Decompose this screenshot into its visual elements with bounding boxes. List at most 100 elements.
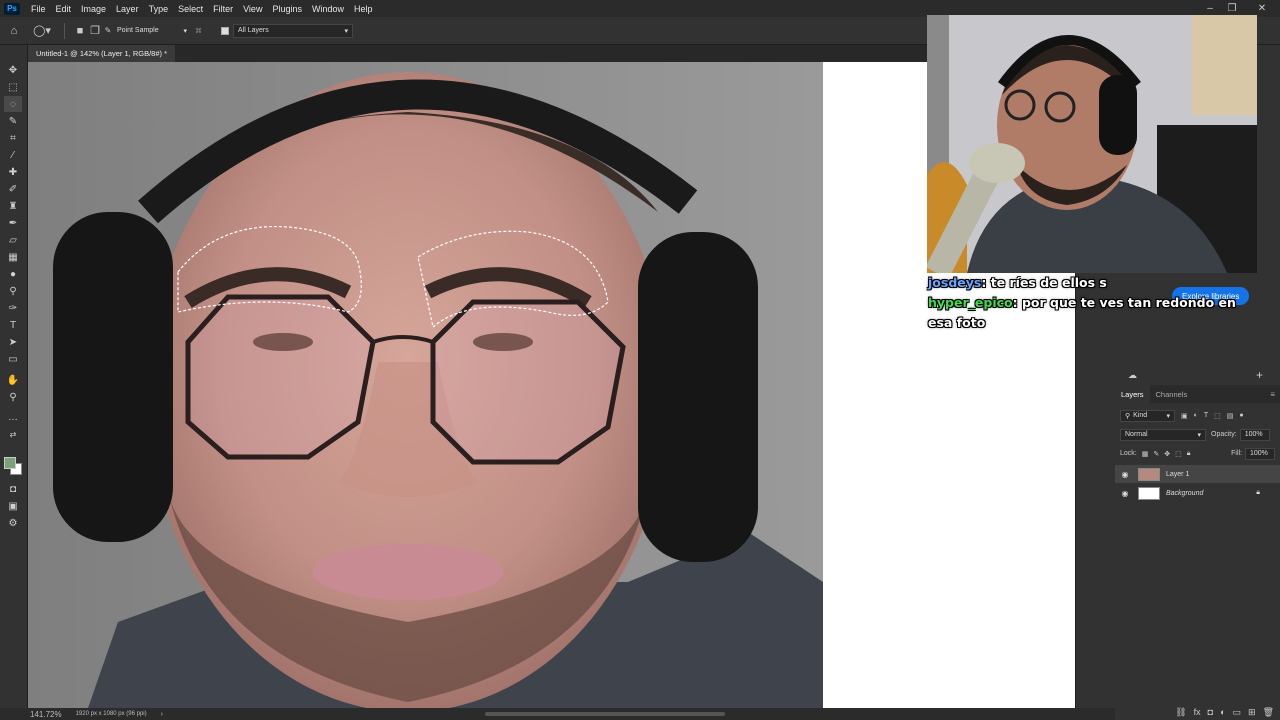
lock-icon: 🔒︎	[1256, 489, 1260, 496]
shape-tool-icon[interactable]: ▭	[4, 351, 22, 367]
portrait-photo	[28, 62, 823, 708]
eyedropper-icon[interactable]: ⁄	[4, 147, 22, 163]
menu-help[interactable]: Help	[349, 4, 378, 14]
filter-kind-dropdown[interactable]: ⚲ Kind ▾	[1120, 409, 1175, 422]
new-layer-icon[interactable]: ⊞	[1248, 707, 1256, 718]
zoom-level[interactable]: 141.72%	[30, 710, 62, 719]
clone-stamp-icon[interactable]: ♜	[4, 198, 22, 214]
adjustment-layer-icon[interactable]: ◐	[1220, 707, 1225, 717]
link-layers-icon[interactable]: ⛓	[1175, 707, 1186, 718]
history-brush-icon[interactable]: ✒	[4, 215, 22, 231]
streamer-webcam-image	[927, 15, 1257, 273]
swap-colors-icon[interactable]: ⇄	[4, 426, 22, 442]
lock-all-icon[interactable]: 🔒︎	[1187, 450, 1191, 458]
menu-file[interactable]: File	[26, 4, 51, 14]
lock-image-icon[interactable]: ✎	[1153, 450, 1159, 458]
chevron-down-icon: ▾	[344, 27, 348, 35]
brush-tool-icon[interactable]: ✐	[4, 181, 22, 197]
filter-shape-icon[interactable]: ⬚	[1214, 412, 1221, 420]
document-tab-bar: Untitled-1 @ 142% (Layer 1, RGB/8#) *	[28, 45, 928, 62]
chevron-right-icon[interactable]: ›	[161, 711, 163, 718]
add-selection-icon[interactable]: ❐	[87, 22, 103, 40]
chevron-down-icon: ▾	[1166, 412, 1170, 420]
lasso-tool-icon[interactable]: ◌	[4, 96, 22, 112]
layer-name: Layer 1	[1166, 470, 1190, 478]
menu-type[interactable]: Type	[144, 4, 174, 14]
menu-plugins[interactable]: Plugins	[267, 4, 307, 14]
sample-size-dropdown[interactable]: Point Sample ▾	[113, 24, 191, 38]
marquee-tool-icon[interactable]: ⬚	[4, 79, 22, 95]
layer-filter-row: ⚲ Kind ▾ ▣ ◐ T ⬚ ▤ ●	[1120, 409, 1275, 422]
chat-message: hyper_epico: por que te ves tan redondo …	[928, 295, 1236, 330]
tab-channels[interactable]: Channels	[1150, 385, 1194, 403]
sample-layers-dropdown[interactable]: All Layers ▾	[233, 23, 353, 38]
layer-thumbnail	[1138, 486, 1160, 500]
more-tools-icon[interactable]: …	[4, 409, 22, 425]
layer-row-layer-1[interactable]: ◉ Layer 1	[1115, 465, 1280, 483]
horizontal-scrollbar[interactable]	[190, 710, 1070, 718]
photo-layer-canvas[interactable]	[28, 62, 823, 708]
menu-view[interactable]: View	[238, 4, 267, 14]
filter-toggle-icon[interactable]: ●	[1239, 412, 1243, 419]
filter-adjustment-icon[interactable]: ◐	[1194, 412, 1198, 419]
menu-image[interactable]: Image	[76, 4, 111, 14]
fill-field[interactable]: 100%	[1245, 447, 1275, 460]
lock-transparent-icon[interactable]: ▦	[1142, 450, 1149, 458]
field-icon: ⌘	[195, 27, 202, 35]
eyedropper-options-icon[interactable]: ✎	[103, 22, 113, 40]
layer-row-background[interactable]: ◉ Background 🔒︎	[1115, 484, 1280, 502]
scrollbar-thumb[interactable]	[485, 712, 725, 716]
opacity-field[interactable]: 100%	[1239, 428, 1270, 441]
lock-artboard-icon[interactable]: ⬚	[1175, 450, 1182, 458]
fx-icon[interactable]: fx	[1194, 707, 1201, 717]
screen-mode-icon[interactable]: ▣	[4, 498, 22, 514]
sample-all-layers-checkbox[interactable]	[221, 26, 229, 35]
layers-panel: Layers Channels ≡ ⚲ Kind ▾ ▣ ◐ T ⬚ ▤ ● N…	[1115, 385, 1280, 708]
canvas-area[interactable]	[28, 62, 1075, 708]
menu-window[interactable]: Window	[307, 4, 349, 14]
type-tool-icon[interactable]: T	[4, 317, 22, 333]
add-mask-icon[interactable]: ◘	[1208, 707, 1213, 717]
chat-text: te ríes de ellos s	[990, 275, 1107, 290]
hand-tool-icon[interactable]: ✋	[4, 372, 22, 388]
menu-layer[interactable]: Layer	[111, 4, 144, 14]
healing-brush-icon[interactable]: ✚	[4, 164, 22, 180]
stream-chat-overlay: josdeys: te ríes de ellos s hyper_epico:…	[928, 273, 1258, 333]
visibility-eye-icon[interactable]: ◉	[1120, 489, 1130, 498]
new-selection-icon[interactable]: ■	[73, 22, 87, 40]
lasso-tool-preset-icon[interactable]: ◯▾	[28, 22, 56, 40]
visibility-eye-icon[interactable]: ◉	[1120, 470, 1130, 479]
add-library-icon[interactable]: +	[1256, 368, 1263, 382]
filter-type-icon[interactable]: T	[1204, 412, 1208, 419]
lock-position-icon[interactable]: ✥	[1164, 450, 1170, 458]
pen-tool-icon[interactable]: ✑	[4, 300, 22, 316]
eraser-icon[interactable]: ▱	[4, 232, 22, 248]
filter-pixel-icon[interactable]: ▣	[1181, 412, 1188, 420]
sample-extra-field[interactable]: ⌘	[191, 24, 217, 38]
edit-toolbar-icon[interactable]: ⚙	[4, 515, 22, 531]
home-icon[interactable]: ⌂	[0, 22, 28, 40]
trash-icon[interactable]: 🗑︎	[1263, 707, 1274, 718]
tab-layers[interactable]: Layers	[1115, 385, 1150, 403]
photoshop-window: Ps File Edit Image Layer Type Select Fil…	[0, 0, 1280, 720]
new-group-icon[interactable]: ▭	[1233, 707, 1242, 718]
blend-mode-dropdown[interactable]: Normal ▾	[1120, 428, 1206, 441]
lock-label: Lock:	[1120, 450, 1137, 457]
foreground-color-swatch[interactable]	[4, 457, 16, 469]
zoom-tool-icon[interactable]: ⚲	[4, 389, 22, 405]
gradient-tool-icon[interactable]: ▦	[4, 249, 22, 265]
blur-tool-icon[interactable]: ●	[4, 266, 22, 282]
move-tool-icon[interactable]: ✥	[4, 62, 22, 78]
crop-tool-icon[interactable]: ⌗	[4, 130, 22, 146]
dodge-tool-icon[interactable]: ⚲	[4, 283, 22, 299]
document-tab[interactable]: Untitled-1 @ 142% (Layer 1, RGB/8#) *	[28, 45, 176, 62]
quick-mask-icon[interactable]: ◘	[4, 481, 22, 497]
filter-smart-object-icon[interactable]: ▤	[1227, 412, 1234, 420]
path-selection-icon[interactable]: ➤	[4, 334, 22, 350]
panel-menu-icon[interactable]: ≡	[1270, 385, 1280, 403]
menu-select[interactable]: Select	[173, 4, 208, 14]
photoshop-logo: Ps	[4, 2, 20, 15]
menu-edit[interactable]: Edit	[51, 4, 77, 14]
menu-filter[interactable]: Filter	[208, 4, 238, 14]
quick-selection-icon[interactable]: ✎	[4, 113, 22, 129]
